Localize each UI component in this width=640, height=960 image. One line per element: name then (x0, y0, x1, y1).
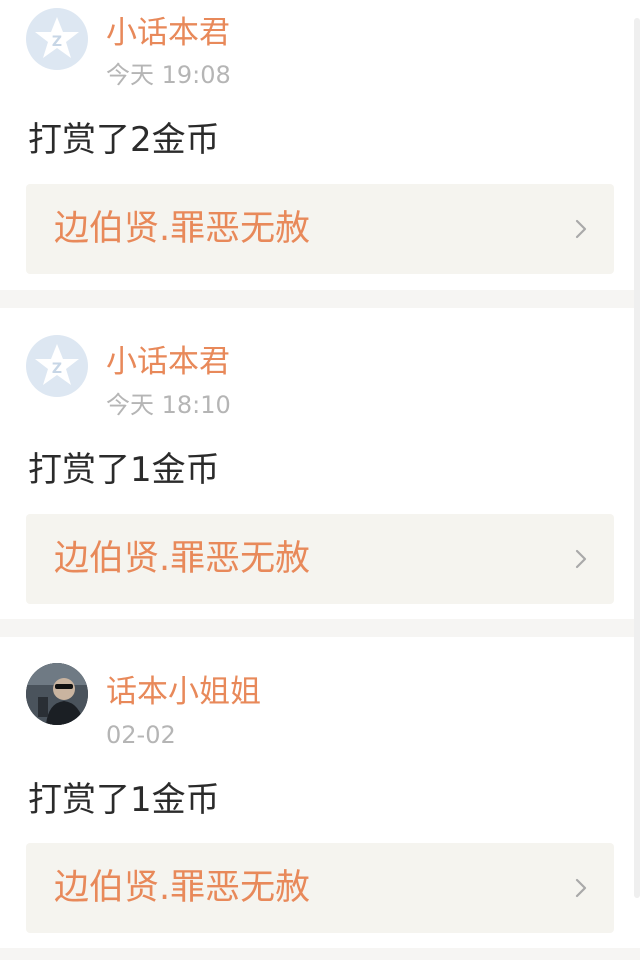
scrollbar[interactable] (634, 18, 640, 898)
chevron-right-icon (575, 878, 587, 898)
reward-message: 打赏了1金币 (28, 780, 220, 820)
reward-message: 打赏了1金币 (28, 450, 220, 490)
work-title: 边伯贤.罪恶无赦 (54, 209, 311, 249)
divider (0, 619, 640, 637)
work-link[interactable]: 边伯贤.罪恶无赦 (26, 184, 614, 274)
username[interactable]: 话本小姐姐 (106, 673, 261, 711)
svg-text:Z: Z (52, 361, 62, 377)
avatar[interactable]: Z (26, 8, 88, 70)
chevron-right-icon (575, 219, 587, 239)
timestamp: 今天 19:08 (106, 61, 231, 89)
username[interactable]: 小话本君 (106, 343, 230, 381)
work-title: 边伯贤.罪恶无赦 (54, 539, 311, 579)
timestamp: 02-02 (106, 721, 176, 749)
svg-text:Z: Z (52, 34, 62, 50)
avatar[interactable] (26, 663, 88, 725)
feed-item: Z 小话本君 今天 19:08 打赏了2金币 边伯贤.罪恶无赦 (0, 0, 640, 290)
username[interactable]: 小话本君 (106, 14, 230, 52)
default-star-avatar-icon: Z (35, 344, 79, 385)
avatar[interactable]: Z (26, 335, 88, 397)
work-link[interactable]: 边伯贤.罪恶无赦 (26, 514, 614, 604)
user-photo-avatar (26, 663, 88, 725)
feed-item: 话本小姐姐 02-02 打赏了1金币 边伯贤.罪恶无赦 (0, 637, 640, 933)
reward-feed: Z 小话本君 今天 19:08 打赏了2金币 边伯贤.罪恶无赦 Z 小话本君 今… (0, 0, 640, 960)
work-title: 边伯贤.罪恶无赦 (54, 868, 311, 908)
feed-item: Z 小话本君 今天 18:10 打赏了1金币 边伯贤.罪恶无赦 (0, 308, 640, 604)
reward-message: 打赏了2金币 (28, 120, 220, 160)
divider (0, 948, 640, 960)
timestamp: 今天 18:10 (106, 391, 231, 419)
default-star-avatar-icon: Z (35, 17, 79, 58)
work-link[interactable]: 边伯贤.罪恶无赦 (26, 843, 614, 933)
chevron-right-icon (575, 549, 587, 569)
divider (0, 290, 640, 308)
